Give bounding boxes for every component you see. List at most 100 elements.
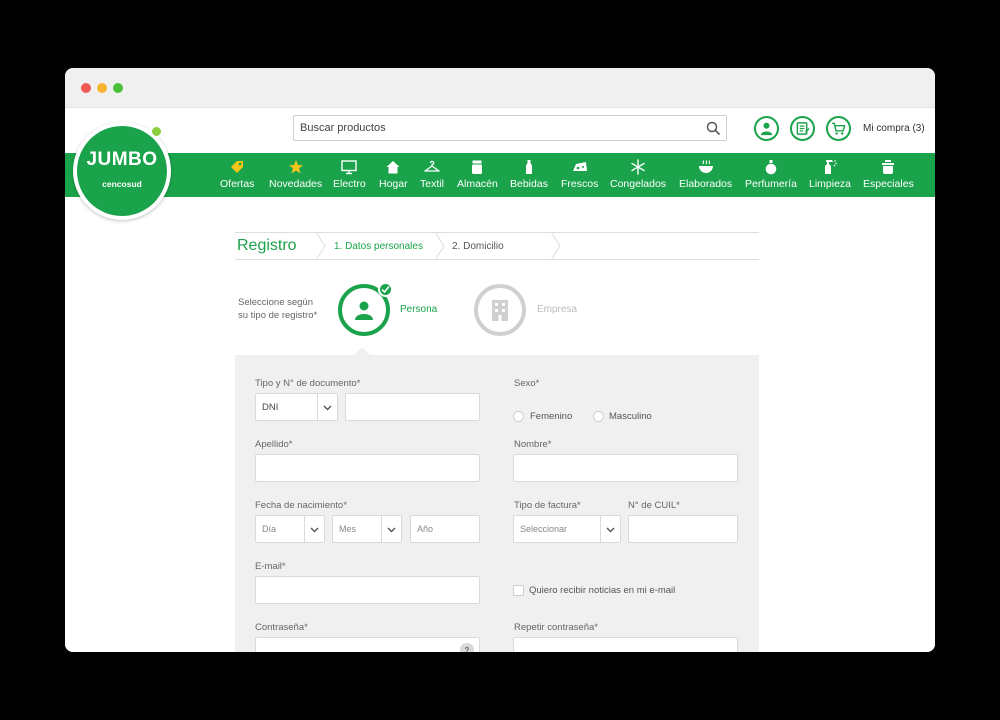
apellido-input[interactable] [255, 454, 480, 482]
panel-pointer [354, 347, 370, 355]
nav-item-perfumeria[interactable]: Perfumería [745, 159, 797, 190]
step-separator [550, 232, 561, 260]
house-icon [386, 161, 400, 174]
jumbo-logo[interactable]: JUMBO cencosud [73, 122, 171, 220]
logo-badge: JUMBO cencosud [77, 126, 167, 216]
nav-item-frescos[interactable]: Frescos [561, 159, 598, 190]
factura-value: Seleccionar [520, 524, 568, 534]
hanger-icon [424, 160, 440, 172]
registration-type-label-line2: su tipo de registro* [238, 310, 318, 321]
close-window-button[interactable] [81, 83, 91, 93]
mes-select[interactable]: Mes [332, 515, 402, 543]
cuil-input[interactable] [628, 515, 738, 543]
snowflake-icon [631, 159, 645, 175]
factura-label: Tipo de factura* [514, 500, 581, 511]
sexo-masculino-label[interactable]: Masculino [609, 411, 652, 422]
building-icon [492, 300, 508, 321]
mes-value: Mes [339, 524, 357, 534]
anio-input[interactable]: Año [410, 515, 480, 543]
user-icon [760, 122, 773, 136]
password-label: Contraseña* [255, 622, 308, 633]
tag-icon [231, 161, 244, 173]
registration-type-label: Seleccione según su tipo de registro* [238, 296, 317, 322]
sexo-femenino-label[interactable]: Femenino [530, 411, 572, 422]
dia-select[interactable]: Día [255, 515, 325, 543]
logo-wordmark: JUMBO [86, 149, 158, 170]
jar-icon [472, 160, 483, 174]
nav-item-textil[interactable]: Textil [420, 159, 444, 190]
step-separator [434, 232, 445, 260]
password-help-icon[interactable]: ? [460, 643, 474, 652]
spray-icon [825, 160, 837, 174]
sexo-femenino-radio[interactable] [513, 411, 524, 422]
repeat-password-input[interactable] [513, 637, 738, 652]
shopping-list-button[interactable] [790, 116, 815, 141]
doc-type-value: DNI [262, 402, 279, 413]
pot-icon [882, 160, 895, 174]
registration-form: Tipo y N° de documento* DNI Sexo* Femeni… [235, 355, 759, 652]
cheese-icon [572, 162, 587, 171]
sexo-masculino-radio[interactable] [593, 411, 604, 422]
cuil-label: N° de CUIL* [628, 500, 680, 511]
nav-label: Limpieza [809, 178, 852, 190]
nav-item-limpieza[interactable]: Limpieza [809, 159, 851, 190]
monitor-icon [341, 160, 358, 175]
nav-item-elaborados[interactable]: Elaborados [679, 159, 732, 190]
type-empresa-option[interactable] [474, 284, 526, 336]
nav-item-hogar[interactable]: Hogar [379, 159, 408, 190]
search-icon[interactable] [706, 121, 720, 135]
password-input[interactable]: ? [255, 637, 480, 652]
category-nav: Ofertas Novedades Electro Hogar Textil A… [65, 153, 935, 197]
cart-icon [831, 122, 846, 135]
type-empresa-label[interactable]: Empresa [537, 304, 577, 315]
newsletter-label[interactable]: Quiero recibir noticias en mi e-mail [529, 585, 675, 596]
nav-label: Bebidas [510, 178, 548, 190]
star-icon [288, 160, 303, 174]
type-persona-option[interactable] [338, 282, 393, 336]
step-separator [315, 232, 326, 260]
step-domicilio[interactable]: 2. Domicilio [452, 241, 504, 252]
step-datos-personales[interactable]: 1. Datos personales [334, 241, 423, 252]
nav-item-almacen[interactable]: Almacén [457, 159, 498, 190]
cart-label[interactable]: Mi compra (3) [863, 123, 925, 134]
nav-label: Ofertas [220, 178, 255, 190]
maximize-window-button[interactable] [113, 83, 123, 93]
doc-type-select[interactable]: DNI [255, 393, 338, 421]
email-input[interactable] [255, 576, 480, 604]
cart-button[interactable] [826, 116, 851, 141]
nav-item-congelados[interactable]: Congelados [610, 159, 666, 190]
newsletter-checkbox[interactable] [513, 585, 524, 596]
factura-select[interactable]: Seleccionar [513, 515, 621, 543]
nav-label: Textil [420, 178, 444, 190]
person-icon [355, 301, 373, 320]
nav-item-ofertas[interactable]: Ofertas [220, 159, 254, 190]
logo-dot [150, 125, 163, 138]
apellido-label: Apellido* [255, 439, 293, 450]
chevron-down-icon [600, 516, 620, 542]
doc-label: Tipo y N° de documento* [255, 378, 361, 389]
registration-type-label-line1: Seleccione según [238, 297, 313, 308]
chevron-down-icon [317, 394, 337, 420]
registration-steps: Registro 1. Datos personales 2. Domicili… [235, 232, 759, 260]
nav-item-electro[interactable]: Electro [333, 159, 366, 190]
nombre-label: Nombre* [514, 439, 552, 450]
bowl-icon [698, 160, 713, 173]
nombre-input[interactable] [513, 454, 738, 482]
nav-item-especiales[interactable]: Especiales [863, 159, 914, 190]
nav-label: Electro [333, 178, 366, 190]
title-bar [65, 68, 935, 108]
doc-number-input[interactable] [345, 393, 480, 421]
account-button[interactable] [754, 116, 779, 141]
type-persona-label[interactable]: Persona [400, 304, 437, 315]
nav-label: Especiales [863, 178, 914, 190]
chevron-down-icon [304, 516, 324, 542]
nav-item-novedades[interactable]: Novedades [269, 159, 322, 190]
search-input[interactable] [294, 116, 694, 140]
nav-item-bebidas[interactable]: Bebidas [510, 159, 548, 190]
minimize-window-button[interactable] [97, 83, 107, 93]
selected-check-icon [378, 282, 393, 297]
dia-value: Día [262, 524, 277, 534]
list-icon [796, 122, 810, 135]
nav-label: Elaborados [679, 178, 733, 190]
nacimiento-label: Fecha de nacimiento* [255, 500, 347, 511]
